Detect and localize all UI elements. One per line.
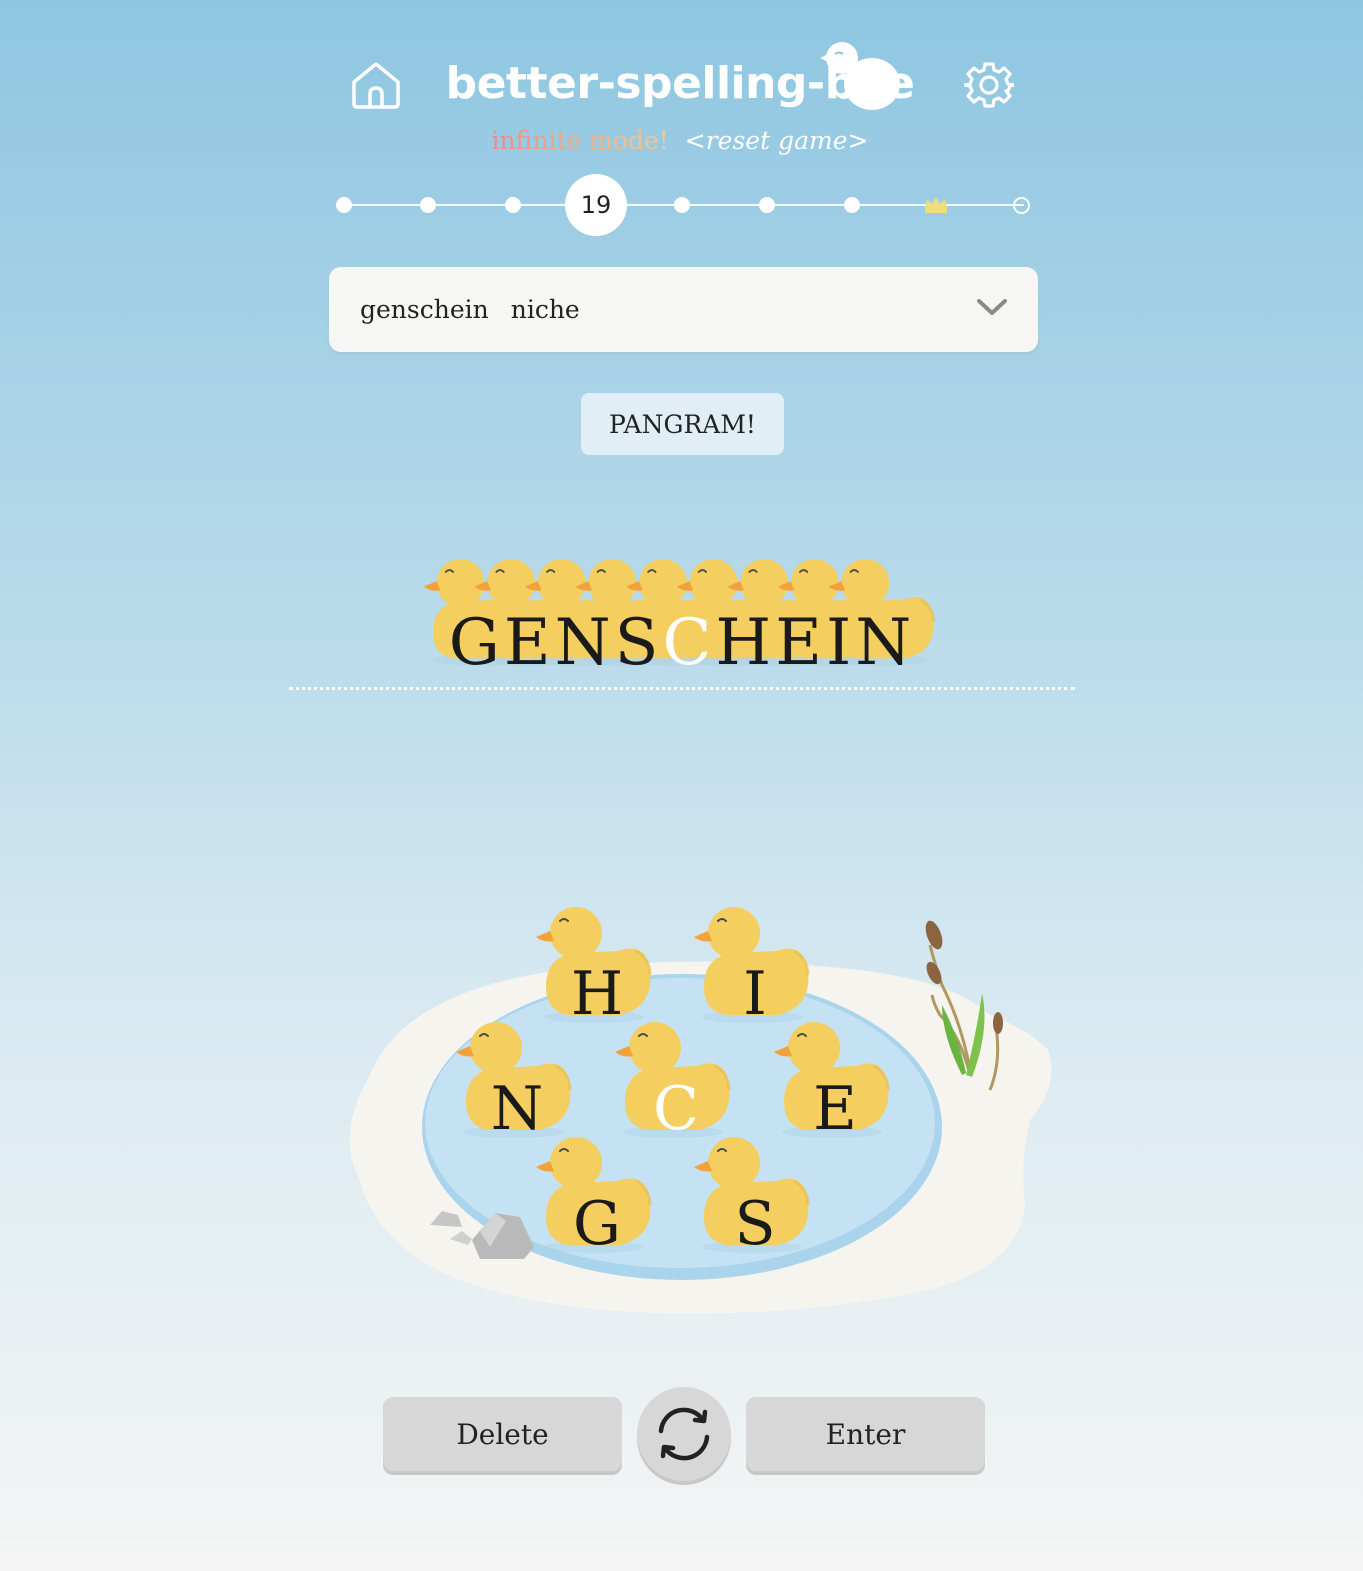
word-letter: S (614, 606, 663, 680)
word-letter: G (448, 606, 504, 680)
word-letter: E (775, 606, 826, 680)
hive-tile[interactable]: G (532, 1125, 662, 1275)
home-icon (352, 62, 400, 109)
reset-game-link[interactable]: <reset game> (685, 126, 869, 155)
progress-dot (420, 197, 436, 213)
found-word: genschein (360, 295, 489, 324)
pangram-toast: PANGRAM! (581, 393, 784, 455)
mode-label: infinite mode! (491, 126, 669, 155)
word-letter: N (855, 606, 916, 680)
found-words-list: genschein niche (360, 295, 602, 324)
subtitle: infinite mode! <reset game> (380, 126, 980, 155)
current-word: GENSCHEIN (289, 606, 1075, 680)
progress-dot (505, 197, 521, 213)
hive-letter: G (573, 1189, 621, 1259)
found-words-panel[interactable]: genschein niche (329, 267, 1038, 352)
hive-letter: S (734, 1189, 776, 1259)
hive-tile[interactable]: S (690, 1125, 820, 1275)
word-underline (289, 687, 1075, 690)
home-button[interactable] (350, 60, 402, 110)
chevron-down-icon[interactable] (976, 295, 1008, 323)
shuffle-button[interactable] (637, 1387, 731, 1481)
word-letter: I (825, 606, 856, 680)
crown-icon (924, 194, 948, 218)
word-letter: H (715, 606, 776, 680)
progress-dot (844, 197, 860, 213)
settings-button[interactable] (963, 60, 1016, 110)
word-letter: E (503, 606, 555, 680)
enter-button[interactable]: Enter (746, 1397, 985, 1471)
shuffle-icon (658, 1407, 710, 1461)
app-title: better-spelling-bee (445, 58, 915, 109)
progress-dot (674, 197, 690, 213)
delete-button[interactable]: Delete (383, 1397, 622, 1471)
progress-dot (759, 197, 775, 213)
gear-icon (963, 62, 1016, 108)
progress-dot-final (1013, 197, 1030, 214)
progress-dot (336, 197, 352, 213)
found-word: niche (510, 295, 580, 324)
progress-track: 19 (336, 170, 1040, 240)
score-badge: 19 (565, 174, 627, 236)
word-letter: N (554, 606, 615, 680)
word-letter: C (662, 606, 716, 680)
